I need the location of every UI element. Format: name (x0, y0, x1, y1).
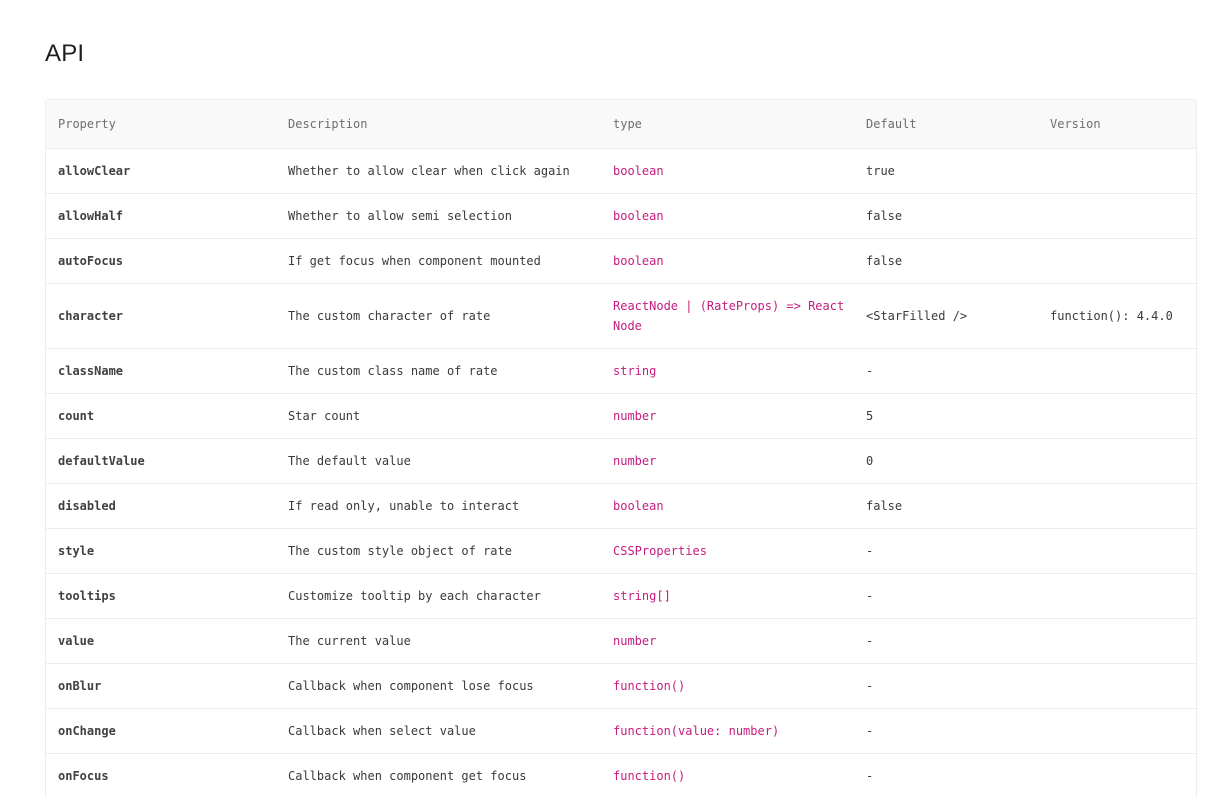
description-cell: The default value (288, 454, 411, 468)
type-cell: function() (613, 769, 686, 783)
description-cell: Callback when select value (288, 724, 476, 738)
type-cell: number (613, 454, 657, 468)
description-cell: The custom character of rate (288, 309, 491, 323)
table-row: onBlur Callback when component lose focus… (46, 663, 1196, 708)
default-cell: - (866, 634, 874, 648)
default-cell: - (866, 589, 874, 603)
table-row: defaultValue The default value number 0 (46, 438, 1196, 483)
default-cell: 0 (866, 454, 874, 468)
type-cell: ReactNode | (RateProps) => React Node (613, 299, 845, 333)
version-cell: function(): 4.4.0 (1050, 309, 1173, 323)
description-cell: The custom style object of rate (288, 544, 512, 558)
table-row: style The custom style object of rate CSSP… (46, 528, 1196, 573)
table-row: tooltips Customize tooltip by each charac… (46, 573, 1196, 618)
type-cell: function() (613, 679, 686, 693)
table-row: onChange Callback when select value functi… (46, 708, 1196, 753)
type-cell: boolean (613, 499, 664, 513)
type-cell: boolean (613, 254, 664, 268)
property-cell: style (58, 544, 95, 558)
api-docs-page: API Property Description type Default Ve… (0, 0, 1218, 798)
table-row: onFocus Callback when component get focus… (46, 753, 1196, 798)
type-cell: CSSProperties (613, 544, 707, 558)
column-header-version: Version (1050, 117, 1101, 131)
default-cell: - (866, 544, 874, 558)
description-cell: Star count (288, 409, 361, 423)
description-cell: Whether to allow semi selection (288, 209, 512, 223)
table-row: className The custom class name of rate st… (46, 348, 1196, 393)
property-cell: allowHalf (58, 209, 124, 223)
default-cell: <StarFilled /> (866, 309, 968, 323)
table-row: disabled If read only, unable to interact… (46, 483, 1196, 528)
default-cell: false (866, 254, 903, 268)
type-cell: boolean (613, 164, 664, 178)
table-row: allowClear Whether to allow clear when cl… (46, 148, 1196, 193)
property-cell: className (58, 364, 124, 378)
property-cell: tooltips (58, 589, 116, 603)
table-header-row: Property Description type Default Versio… (46, 100, 1196, 148)
property-cell: onFocus (58, 769, 109, 783)
description-cell: Callback when component lose focus (288, 679, 534, 693)
section-title: API (45, 40, 85, 67)
property-cell: count (58, 409, 95, 423)
description-cell: Callback when component get focus (288, 769, 527, 783)
property-cell: character (58, 309, 124, 323)
description-cell: If get focus when component mounted (288, 254, 541, 268)
property-cell: defaultValue (58, 454, 145, 468)
table-row: character The custom character of rate Rea… (46, 283, 1196, 348)
default-cell: - (866, 364, 874, 378)
default-cell: false (866, 499, 903, 513)
table-row: value The current value number - (46, 618, 1196, 663)
property-cell: allowClear (58, 164, 131, 178)
type-cell: string[] (613, 589, 671, 603)
default-cell: false (866, 209, 903, 223)
default-cell: - (866, 679, 874, 693)
column-header-default: Default (866, 117, 917, 131)
type-cell: function(value: number) (613, 724, 780, 738)
property-cell: disabled (58, 499, 116, 513)
property-cell: onBlur (58, 679, 102, 693)
table-row: count Star count number 5 (46, 393, 1196, 438)
column-header-property: Property (58, 117, 116, 131)
description-cell: The custom class name of rate (288, 364, 498, 378)
type-cell: boolean (613, 209, 664, 223)
type-cell: number (613, 409, 657, 423)
description-cell: Whether to allow clear when click again (288, 164, 570, 178)
column-header-description: Description (288, 117, 368, 131)
api-table: Property Description type Default Versio… (45, 99, 1197, 798)
default-cell: true (866, 164, 895, 178)
table-row: allowHalf Whether to allow semi selection… (46, 193, 1196, 238)
default-cell: 5 (866, 409, 874, 423)
table-row: autoFocus If get focus when component mou… (46, 238, 1196, 283)
default-cell: - (866, 769, 874, 783)
description-cell: If read only, unable to interact (288, 499, 520, 513)
column-header-type: type (613, 117, 642, 131)
description-cell: Customize tooltip by each character (288, 589, 541, 603)
property-cell: autoFocus (58, 254, 124, 268)
property-cell: value (58, 634, 95, 648)
type-cell: number (613, 634, 657, 648)
type-cell: string (613, 364, 657, 378)
description-cell: The current value (288, 634, 411, 648)
property-cell: onChange (58, 724, 116, 738)
default-cell: - (866, 724, 874, 738)
